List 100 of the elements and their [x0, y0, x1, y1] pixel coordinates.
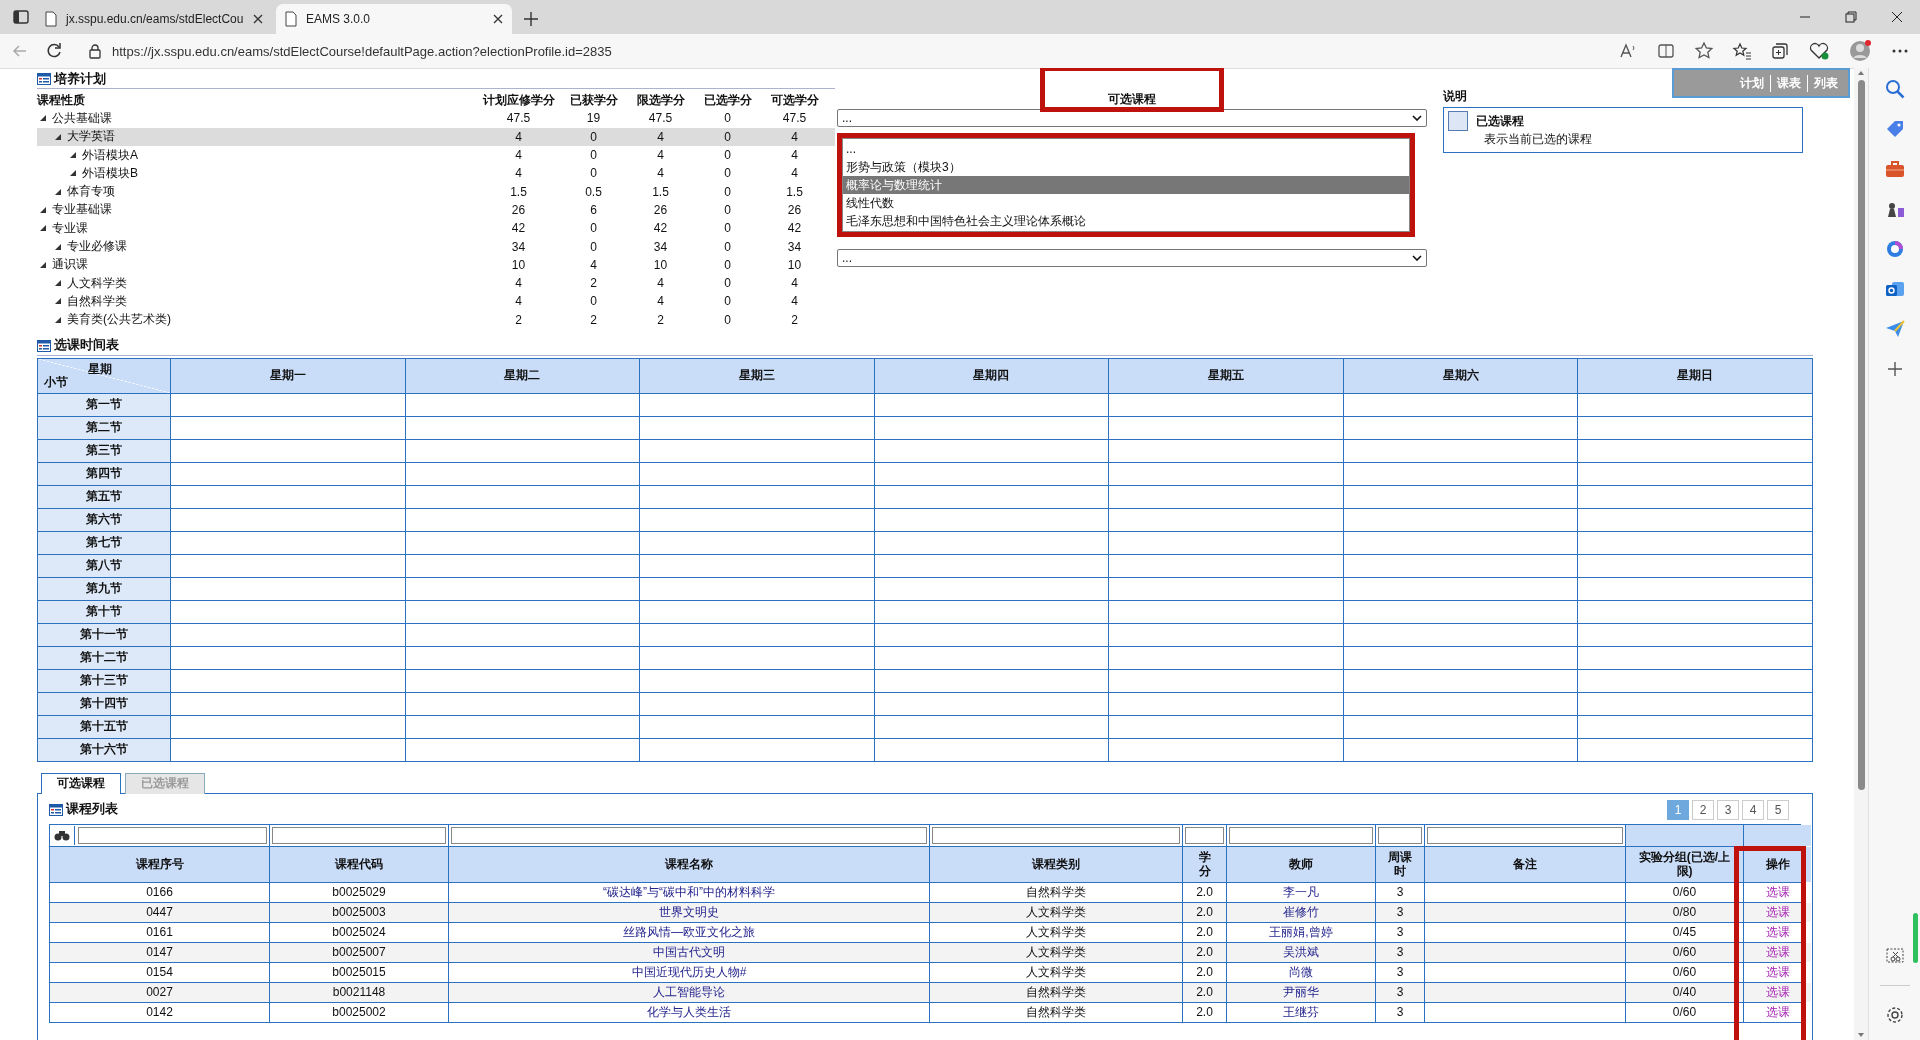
- schedule-cell[interactable]: [874, 738, 1109, 761]
- filter-field[interactable]: [1378, 826, 1422, 844]
- page-button[interactable]: 4: [1742, 799, 1764, 820]
- course-link[interactable]: 人工智能导论: [653, 983, 725, 1001]
- tree-row[interactable]: 外语模块B 4 0 4 0 4: [37, 164, 835, 183]
- schedule-cell[interactable]: [405, 600, 640, 623]
- split-screen-icon[interactable]: [1656, 41, 1676, 61]
- schedule-cell[interactable]: [1578, 462, 1812, 485]
- tree-row[interactable]: 公共基础课 47.5 19 47.5 0 47.5: [37, 109, 835, 128]
- schedule-cell[interactable]: [1343, 669, 1578, 692]
- expanded-triangle-icon[interactable]: [70, 152, 76, 159]
- schedule-cell[interactable]: [640, 531, 874, 554]
- schedule-cell[interactable]: [874, 669, 1109, 692]
- schedule-cell[interactable]: [874, 646, 1109, 669]
- schedule-cell[interactable]: [640, 623, 874, 646]
- filter-field[interactable]: [272, 826, 446, 844]
- schedule-cell[interactable]: [1578, 439, 1812, 462]
- binoculars-icon[interactable]: [54, 829, 70, 841]
- schedule-cell[interactable]: [171, 462, 405, 485]
- schedule-cell[interactable]: [874, 554, 1109, 577]
- schedule-cell[interactable]: [640, 554, 874, 577]
- tree-row[interactable]: 专业基础课 26 6 26 0 26: [37, 200, 835, 220]
- schedule-cell[interactable]: [874, 623, 1109, 646]
- expanded-triangle-icon[interactable]: [55, 298, 61, 305]
- collections-icon[interactable]: [1770, 41, 1790, 61]
- expanded-triangle-icon[interactable]: [55, 243, 61, 250]
- schedule-cell[interactable]: [640, 485, 874, 508]
- filter-field[interactable]: [451, 826, 927, 844]
- schedule-cell[interactable]: [1578, 646, 1812, 669]
- schedule-cell[interactable]: [1343, 692, 1578, 715]
- tree-row[interactable]: 外语模块A 4 0 4 0 4: [37, 145, 835, 165]
- schedule-cell[interactable]: [1343, 554, 1578, 577]
- schedule-cell[interactable]: [1109, 554, 1343, 577]
- filter-field[interactable]: [932, 826, 1180, 844]
- expanded-triangle-icon[interactable]: [40, 261, 46, 268]
- list-option[interactable]: ...: [843, 140, 1409, 158]
- schedule-cell[interactable]: [171, 485, 405, 508]
- schedule-cell[interactable]: [171, 393, 405, 416]
- schedule-cell[interactable]: [874, 531, 1109, 554]
- schedule-cell[interactable]: [874, 485, 1109, 508]
- expanded-triangle-icon[interactable]: [40, 225, 46, 232]
- schedule-cell[interactable]: [405, 646, 640, 669]
- schedule-cell[interactable]: [640, 577, 874, 600]
- list-option[interactable]: 形势与政策（模块3）: [843, 158, 1409, 176]
- schedule-cell[interactable]: [405, 715, 640, 738]
- schedule-cell[interactable]: [1578, 600, 1812, 623]
- browser-tab[interactable]: jx.sspu.edu.cn/eams/stdElectCou: [36, 4, 272, 34]
- course-link[interactable]: 世界文明史: [659, 903, 719, 921]
- schedule-cell[interactable]: [874, 600, 1109, 623]
- schedule-cell[interactable]: [405, 462, 640, 485]
- schedule-cell[interactable]: [1578, 669, 1812, 692]
- schedule-cell[interactable]: [1109, 485, 1343, 508]
- teacher-link[interactable]: 尚微: [1289, 963, 1313, 981]
- list-option[interactable]: 线性代数: [843, 194, 1409, 212]
- expanded-triangle-icon[interactable]: [40, 206, 46, 213]
- tree-row[interactable]: 美育类(公共艺术类) 2 2 2 0 2: [37, 310, 835, 329]
- schedule-cell[interactable]: [874, 462, 1109, 485]
- schedule-cell[interactable]: [171, 623, 405, 646]
- course-link[interactable]: 中国古代文明: [653, 943, 725, 961]
- tree-row[interactable]: 人文科学类 4 2 4 0 4: [37, 273, 835, 293]
- schedule-cell[interactable]: [1343, 462, 1578, 485]
- schedule-cell[interactable]: [1109, 577, 1343, 600]
- schedule-cell[interactable]: [640, 646, 874, 669]
- schedule-cell[interactable]: [1109, 623, 1343, 646]
- schedule-cell[interactable]: [640, 692, 874, 715]
- tree-row[interactable]: 专业必修课 34 0 34 0 34: [37, 237, 835, 256]
- panel-tab[interactable]: 可选课程: [41, 772, 121, 794]
- schedule-cell[interactable]: [405, 623, 640, 646]
- tree-row[interactable]: 大学英语 4 0 4 0 4: [37, 127, 835, 146]
- schedule-cell[interactable]: [171, 554, 405, 577]
- avatar-icon[interactable]: [1848, 39, 1872, 63]
- schedule-cell[interactable]: [874, 393, 1109, 416]
- heart-pulse-icon[interactable]: [1808, 41, 1830, 61]
- schedule-cell[interactable]: [1578, 738, 1812, 761]
- tree-row[interactable]: 自然科学类 4 0 4 0 4: [37, 292, 835, 311]
- schedule-cell[interactable]: [1343, 393, 1578, 416]
- schedule-cell[interactable]: [640, 439, 874, 462]
- favorites-icon[interactable]: [1732, 41, 1752, 61]
- schedule-cell[interactable]: [1109, 669, 1343, 692]
- schedule-cell[interactable]: [640, 715, 874, 738]
- schedule-cell[interactable]: [1343, 715, 1578, 738]
- expanded-triangle-icon[interactable]: [55, 280, 61, 287]
- schedule-cell[interactable]: [171, 508, 405, 531]
- schedule-cell[interactable]: [1109, 531, 1343, 554]
- schedule-cell[interactable]: [1109, 646, 1343, 669]
- schedule-cell[interactable]: [405, 554, 640, 577]
- schedule-cell[interactable]: [874, 715, 1109, 738]
- schedule-cell[interactable]: [171, 646, 405, 669]
- list-option[interactable]: 毛泽东思想和中国特色社会主义理论体系概论: [843, 212, 1409, 230]
- schedule-cell[interactable]: [1343, 439, 1578, 462]
- schedule-cell[interactable]: [1578, 554, 1812, 577]
- schedule-cell[interactable]: [1578, 715, 1812, 738]
- expanded-triangle-icon[interactable]: [40, 115, 46, 122]
- close-icon[interactable]: [252, 13, 264, 25]
- schedule-cell[interactable]: [1578, 508, 1812, 531]
- list-box[interactable]: ... 形势与政策（模块3） 概率论与数理统计 线性代数 毛泽东思想和中国特色社会主义理论体系概论: [842, 138, 1410, 232]
- schedule-cell[interactable]: [1109, 439, 1343, 462]
- schedule-cell[interactable]: [1343, 531, 1578, 554]
- schedule-cell[interactable]: [171, 600, 405, 623]
- schedule-cell[interactable]: [1578, 531, 1812, 554]
